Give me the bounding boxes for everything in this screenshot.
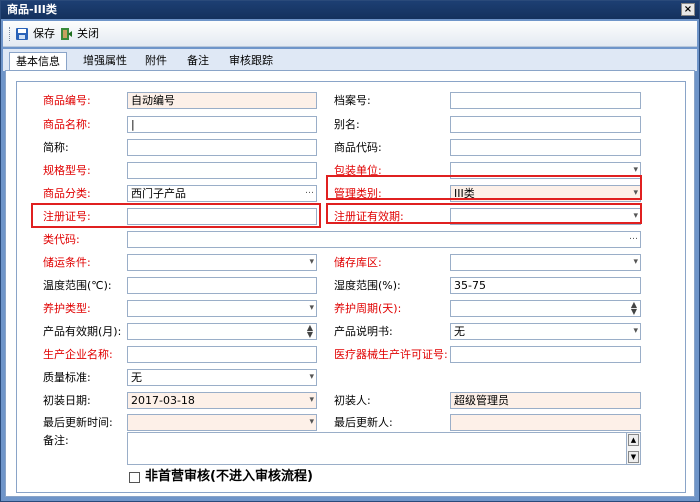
spec-field[interactable] <box>127 162 317 179</box>
temp-range-label: 温度范围(℃): <box>43 279 112 292</box>
scroll-up-icon[interactable]: ▲ <box>628 434 639 446</box>
quality-std-label: 质量标准: <box>43 371 91 384</box>
product-id-code-label: 商品代码: <box>334 141 382 154</box>
transport-dropdown[interactable] <box>127 254 317 271</box>
toolbar-grip <box>9 27 11 41</box>
maint-cycle-label: 养护周期(天): <box>334 302 402 315</box>
category-field[interactable]: 西门子产品 … <box>127 185 317 202</box>
save-label: 保存 <box>33 27 55 40</box>
quality-std-dropdown[interactable]: 无 <box>127 369 317 386</box>
window: 商品-III类 × 保存 关闭 基本信息 增强属性 附件 备注 审核跟踪 1 2… <box>0 0 700 502</box>
maint-type-dropdown[interactable] <box>127 300 317 317</box>
spin-arrows-icon[interactable]: ▲ ▼ <box>307 324 313 339</box>
browse-icon[interactable]: … <box>629 232 638 245</box>
save-button[interactable]: 保存 <box>15 26 55 42</box>
highlight-reg-no <box>31 203 321 228</box>
close-label: 关闭 <box>77 27 99 40</box>
tab-audit-trail[interactable]: 审核跟踪 <box>223 52 279 71</box>
save-icon <box>16 28 28 40</box>
product-name-label: 商品名称: <box>43 118 91 131</box>
tab-strip: 基本信息 增强属性 附件 备注 审核跟踪 <box>3 49 697 72</box>
exit-icon <box>61 28 72 40</box>
license-no-label: 医疗器械生产许可证号: <box>334 348 448 361</box>
notes-textarea[interactable]: ▲ ▼ <box>127 432 641 465</box>
first-user-label: 初装人: <box>334 394 371 407</box>
archive-no-label: 档案号: <box>334 94 371 107</box>
highlight-reg-valid <box>326 203 642 224</box>
product-code-field[interactable]: 自动编号 <box>127 92 317 109</box>
category-value: 西门子产品 <box>131 187 186 200</box>
highlight-mgmt-class <box>326 175 642 200</box>
archive-no-field[interactable] <box>450 92 641 109</box>
tab-enhanced-attributes[interactable]: 增强属性 <box>77 52 133 71</box>
tab-basic-info[interactable]: 基本信息 <box>9 52 67 72</box>
last-update-time-label: 最后更新时间: <box>43 416 113 429</box>
window-close-button[interactable]: × <box>681 3 695 16</box>
first-user-field[interactable]: 超级管理员 <box>450 392 641 409</box>
last-update-time-dropdown[interactable] <box>127 414 317 431</box>
last-update-user-field[interactable] <box>450 414 641 431</box>
maint-type-label: 养护类型: <box>43 302 91 315</box>
toolbar: 保存 关闭 <box>3 21 697 47</box>
non-first-review-label: 非首营审核(不进入审核流程) <box>145 469 313 484</box>
temp-range-field[interactable] <box>127 277 317 294</box>
abbr-field[interactable] <box>127 139 317 156</box>
scroll-down-icon[interactable]: ▼ <box>628 451 639 463</box>
window-title: 商品-III类 <box>7 3 57 16</box>
spec-label: 规格型号: <box>43 164 91 177</box>
tab-notes[interactable]: 备注 <box>181 52 215 71</box>
class-code-field[interactable]: … <box>127 231 641 248</box>
first-date-dropdown[interactable]: 2017-03-18 <box>127 392 317 409</box>
warehouse-label: 储存库区: <box>334 256 382 269</box>
manual-dropdown[interactable]: 无 <box>450 323 641 340</box>
close-button[interactable]: 关闭 <box>59 26 99 42</box>
tab-attachments[interactable]: 附件 <box>139 52 173 71</box>
license-no-field[interactable] <box>450 346 641 363</box>
category-label: 商品分类: <box>43 187 91 200</box>
product-id-code-field[interactable] <box>450 139 641 156</box>
last-update-user-label: 最后更新人: <box>334 416 393 429</box>
manufacturer-field[interactable] <box>127 346 317 363</box>
notes-label: 备注: <box>43 434 69 447</box>
shelf-life-label: 产品有效期(月): <box>43 325 122 338</box>
humidity-range-field[interactable]: 35-75 <box>450 277 641 294</box>
alias-field[interactable] <box>450 116 641 133</box>
manual-label: 产品说明书: <box>334 325 393 338</box>
notes-scrollbar[interactable]: ▲ ▼ <box>626 433 640 464</box>
maint-cycle-stepper[interactable]: ▲ ▼ <box>450 300 641 317</box>
product-name-field[interactable]: | <box>127 116 317 133</box>
manufacturer-label: 生产企业名称: <box>43 348 113 361</box>
spin-arrows-icon[interactable]: ▲ ▼ <box>631 301 637 316</box>
alias-label: 别名: <box>334 118 360 131</box>
product-code-label: 商品编号: <box>43 94 91 107</box>
class-code-label: 类代码: <box>43 233 80 246</box>
first-date-label: 初装日期: <box>43 394 91 407</box>
shelf-life-stepper[interactable]: ▲ ▼ <box>127 323 317 340</box>
title-bar: 商品-III类 × <box>1 1 699 19</box>
humidity-range-label: 湿度范围(%): <box>334 279 401 292</box>
non-first-review-checkbox[interactable] <box>129 472 140 483</box>
warehouse-dropdown[interactable] <box>450 254 641 271</box>
abbr-label: 简称: <box>43 141 69 154</box>
browse-icon[interactable]: … <box>305 186 314 199</box>
transport-label: 储运条件: <box>43 256 91 269</box>
